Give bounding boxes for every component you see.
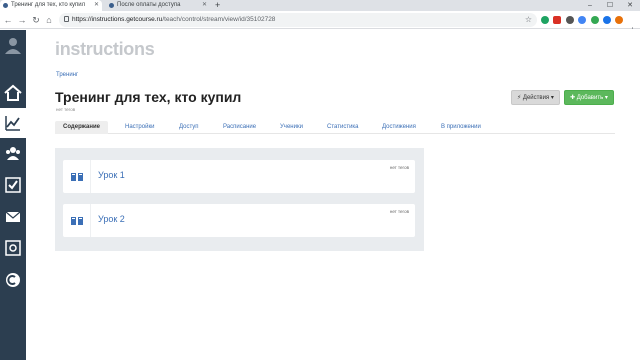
- tab-settings[interactable]: Настройки: [125, 121, 154, 134]
- new-tab-button[interactable]: +: [215, 0, 220, 11]
- user-avatar-icon: [5, 38, 21, 54]
- maximize-button[interactable]: ☐: [600, 0, 620, 11]
- lesson-title[interactable]: Урок 1: [98, 170, 125, 180]
- stream-tabs: Содержание Настройки Доступ Расписание У…: [55, 121, 615, 134]
- sidebar-item-profile[interactable]: [0, 30, 26, 60]
- page-title: Тренинг для тех, кто купил: [55, 89, 242, 105]
- caret-down-icon: ▾: [604, 95, 608, 101]
- lesson-tags: нет тегов: [389, 209, 409, 214]
- lesson-tags: нет тегов: [389, 165, 409, 170]
- browser-tab-title: После оплаты доступа: [117, 2, 181, 8]
- sidebar-item-statistics[interactable]: [0, 108, 26, 138]
- add-button[interactable]: ✚ Добавить ▾: [564, 90, 614, 105]
- tags-note: нет тегов: [56, 107, 76, 112]
- tab-content[interactable]: Содержание: [55, 121, 108, 134]
- checkbox-icon: [5, 177, 21, 193]
- chart-icon: [5, 116, 20, 131]
- close-tab-icon[interactable]: ✕: [94, 0, 99, 11]
- add-button-label: Добавить: [576, 95, 604, 101]
- browser-toolbar: ← → ↻ ⌂ https://instructions.getcourse.r…: [0, 11, 640, 36]
- tab-achievements[interactable]: Достижения: [382, 121, 416, 134]
- actions-button[interactable]: ⚡ Действия ▾: [511, 90, 560, 105]
- close-tab-icon[interactable]: ✕: [202, 0, 207, 11]
- divider: [90, 204, 91, 237]
- lock-icon: [64, 16, 69, 22]
- home-icon: [4, 84, 22, 101]
- safe-icon: [5, 240, 21, 256]
- lesson-title[interactable]: Урок 2: [98, 214, 125, 224]
- browser-tab[interactable]: После оплаты доступа ✕: [106, 0, 210, 11]
- caret-down-icon: ▾: [550, 95, 554, 101]
- url-text: https://instructions.getcourse.ru/teach/…: [72, 16, 276, 23]
- bolt-icon: ⚡: [517, 95, 522, 101]
- browser-tab-strip: Тренинг для тех, кто купил ✕ После оплат…: [0, 0, 640, 11]
- divider: [90, 160, 91, 193]
- tab-students[interactable]: Ученики: [280, 121, 303, 134]
- sidebar-item-home[interactable]: [0, 78, 26, 108]
- list-item[interactable]: Урок 1 нет тегов: [63, 160, 415, 193]
- extension-icon[interactable]: [615, 16, 623, 24]
- lesson-book-icon: [71, 217, 83, 225]
- extension-icon[interactable]: [553, 16, 561, 24]
- close-window-button[interactable]: ✕: [620, 0, 640, 11]
- sidebar-item-messages[interactable]: [0, 202, 26, 232]
- bookmark-star-icon[interactable]: ☆: [525, 13, 532, 27]
- sidebar-item-sales[interactable]: [0, 233, 26, 263]
- lesson-book-icon: [71, 173, 83, 181]
- browser-tab-active[interactable]: Тренинг для тех, кто купил ✕: [0, 0, 102, 11]
- tab-access[interactable]: Доступ: [179, 121, 199, 134]
- lessons-panel: Урок 1 нет тегов Урок 2 нет тегов: [55, 148, 424, 251]
- account-logo[interactable]: instructions: [55, 39, 155, 60]
- extension-icon[interactable]: [578, 16, 586, 24]
- extension-icon[interactable]: [566, 16, 574, 24]
- mail-icon: [5, 211, 21, 222]
- sidebar-item-chat[interactable]: [0, 265, 26, 295]
- main-content: instructions Тренинг Тренинг для тех, кт…: [26, 30, 640, 360]
- forward-arrow-icon[interactable]: →: [17, 14, 27, 26]
- users-icon: [6, 147, 20, 160]
- favicon-icon: [3, 3, 8, 8]
- sidebar-item-tasks[interactable]: [0, 170, 26, 200]
- tab-statistics[interactable]: Статистика: [327, 121, 359, 134]
- home-browser-icon[interactable]: ⌂: [44, 14, 54, 26]
- reload-icon[interactable]: ↻: [31, 14, 41, 26]
- sidebar: [0, 30, 26, 360]
- tab-in-app[interactable]: В приложении: [441, 121, 481, 134]
- breadcrumb[interactable]: Тренинг: [56, 72, 78, 78]
- list-item[interactable]: Урок 2 нет тегов: [63, 204, 415, 237]
- actions-button-label: Действия: [522, 95, 550, 101]
- extension-icon[interactable]: [541, 16, 549, 24]
- back-arrow-icon[interactable]: ←: [3, 14, 13, 26]
- extension-icon[interactable]: [603, 16, 611, 24]
- chat-icon: [6, 273, 20, 287]
- extension-icon[interactable]: [591, 16, 599, 24]
- minimize-button[interactable]: –: [580, 0, 600, 11]
- sidebar-item-users[interactable]: [0, 138, 26, 168]
- tab-schedule[interactable]: Расписание: [223, 121, 256, 134]
- browser-tab-title: Тренинг для тех, кто купил: [11, 2, 86, 8]
- address-bar[interactable]: https://instructions.getcourse.ru/teach/…: [59, 13, 537, 27]
- plus-icon: ✚: [570, 95, 576, 101]
- favicon-icon: [109, 3, 114, 8]
